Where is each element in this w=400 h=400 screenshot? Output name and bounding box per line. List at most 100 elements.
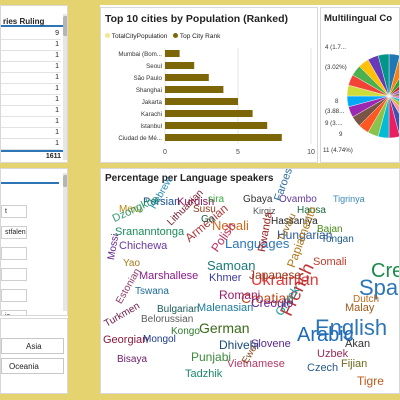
wordcloud-word[interactable]: Dzongkha [111,193,161,225]
table-cell-count: 1 [55,96,59,103]
table-row[interactable]: 1 [1,73,61,84]
bar-top-city-rank [165,110,253,117]
category-label: Ciudad de Mé... [118,135,162,142]
wordcloud-word[interactable]: Vietnamese [227,359,285,370]
wordcloud-word[interactable]: Dutch [353,295,379,305]
slicer-item[interactable]: stfalen [1,226,27,239]
wordcloud-word[interactable]: Bajan [317,225,343,235]
table-row[interactable]: 9 [1,29,61,40]
pie-data-label: 11 (4.74%) [323,147,353,154]
wordcloud-word[interactable]: Belorussian [141,315,193,325]
slicer-item-label: stfalen [5,229,26,236]
table-cell-count: 1 [55,85,59,92]
wordcloud-word[interactable]: Romani [219,289,260,301]
table-scrollbar[interactable] [63,14,67,160]
pie-data-label: 9 (3.... [325,120,343,127]
bar-top-city-rank [165,86,224,93]
wordcloud-area: Persian Kurdish sira Gbaya Ovambo Tigrinya Mer… [101,169,400,393]
table-scroll-thumb[interactable] [63,16,67,36]
countries-table-panel: ries Ruling 9 1 1 1 1 1 1 1 1 1 1 1611 [0,5,68,163]
table-row[interactable]: 1 [1,95,61,106]
wordcloud-word[interactable]: Tadzhik [185,369,222,380]
legend-dot-rank [173,33,179,38]
bar-top-city-rank [165,134,282,141]
wordcloud-word[interactable]: Mossi [106,233,121,261]
table-cell-count: 1 [55,129,59,136]
x-tick-label: 5 [236,149,240,156]
continent-panel: Asia Oceania [0,318,68,394]
category-label: São Paulo [133,75,162,82]
table-header-label: ries Ruling [3,17,45,26]
legend-rank-label: Top City Rank [179,33,221,40]
category-label: Karachi [141,111,162,118]
slicer-item[interactable] [1,289,27,302]
wordcloud-word[interactable]: Punjabi [191,351,231,363]
pie-data-label: 9 [339,131,343,138]
table-header: ries Ruling [1,16,63,27]
pie-chart-title: Multilingual Co [324,13,393,24]
table-total-row: 1611 [1,150,63,160]
bar-chart-plot: Mumbai (Bom... Seoul São Paulo Shanghai Jaka… [118,48,315,156]
bar-top-city-rank [165,74,209,81]
table-cell-count: 1 [55,41,59,48]
wordcloud-word[interactable]: Malenasian [197,303,253,314]
continent-button-asia[interactable]: Asia [1,338,64,354]
wordcloud-word[interactable]: Bisaya [117,355,147,365]
bar-top-city-rank [165,62,195,69]
wordcloud-word[interactable]: Tongan [321,235,354,245]
slicer-scroll-thumb[interactable] [63,175,67,187]
wordcloud-word[interactable]: Ga [201,215,214,225]
wordcloud-word[interactable]: Cre [371,261,399,281]
slicer-item[interactable] [1,247,27,260]
wordcloud-word[interactable]: Marshallese [139,271,198,282]
slicer-item[interactable]: t [1,205,27,218]
language-wordcloud-panel: Percentage per Language speakers Persian… [100,168,400,394]
table-row[interactable]: 1 [1,128,61,139]
slicer-item-label: t [5,208,7,215]
slicer-item[interactable]: ia [1,310,27,315]
table-row[interactable]: 1 [1,40,61,51]
table-row[interactable]: 1 [1,51,61,62]
wordcloud-word[interactable]: Chichewa [119,241,167,252]
slicer-item-label: ia [5,313,10,315]
left-gold-strip [68,5,100,397]
continent-label-asia: Asia [26,342,42,351]
category-label: Mumbai (Bom... [118,51,162,58]
table-cell-count: 1 [55,52,59,59]
table-cell-count: 1 [55,74,59,81]
wordcloud-word[interactable]: Gbaya [243,195,272,205]
wordcloud-word[interactable]: Fijian [341,359,367,370]
table-row[interactable]: 1 [1,62,61,73]
wordcloud-word[interactable]: Srananntonga [115,227,184,238]
wordcloud-word[interactable]: Georgian [103,335,148,346]
wordcloud-word[interactable]: Khmer [209,273,241,284]
pie-data-label: 4 (1.7... [325,44,346,51]
legend-population-label: TotalCityPopulation [111,33,168,40]
table-cell-count: 1 [55,107,59,114]
table-row[interactable]: 1 [1,139,61,150]
table-total-value: 1611 [45,153,61,160]
x-tick-label: 0 [163,149,167,156]
slicer-scrollbar[interactable] [63,173,67,311]
wordcloud-word[interactable]: Czech [307,363,338,374]
bar-chart-title: Top 10 cities by Population (Ranked) [105,13,288,25]
wordcloud-word[interactable]: Akan [345,339,370,350]
wordcloud-word[interactable]: Somali [313,257,347,268]
category-label: Seoul [146,63,162,70]
category-label: Shanghai [136,87,162,94]
slicer-header-line [1,182,59,184]
wordcloud-word[interactable]: Tigrinya [333,195,365,204]
table-cell-count: 1 [55,63,59,70]
wordcloud-word[interactable]: German [199,321,250,335]
wordcloud-word[interactable]: Tswana [135,287,169,297]
table-row[interactable]: 1 [1,84,61,95]
wordcloud-word[interactable]: Mongol [143,335,176,345]
slicer-item[interactable] [1,268,27,281]
top-cities-chart-panel: Top 10 cities by Population (Ranked) Tot… [100,7,318,163]
continent-button-oceania[interactable]: Oceania [1,358,64,374]
pie-chart-plot: 4 (1.7... (3.02%) 8 (3.88... 9 (3.... 9 11 (4.… [323,44,399,154]
table-row[interactable]: 1 [1,106,61,117]
wordcloud-word[interactable]: Yao [123,259,140,269]
wordcloud-word[interactable]: Tigre [357,375,384,387]
table-row[interactable]: 1 [1,117,61,128]
